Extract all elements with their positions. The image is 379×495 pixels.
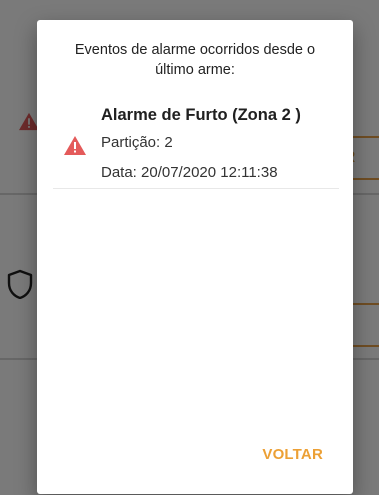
alarm-event-item: Alarme de Furto (Zona 2 ) Partição: 2 Da… (53, 100, 339, 189)
alarm-events-dialog: Eventos de alarme ocorridos desde o últi… (37, 20, 353, 494)
event-partition: Partição: 2 (101, 134, 173, 151)
event-date: Data: 20/07/2020 12:11:38 (101, 164, 278, 181)
warning-triangle-icon (64, 136, 86, 155)
event-title: Alarme de Furto (Zona 2 ) (101, 106, 301, 124)
voltar-button[interactable]: VOLTAR (262, 446, 323, 463)
dialog-message: Eventos de alarme ocorridos desde o últi… (74, 42, 316, 78)
